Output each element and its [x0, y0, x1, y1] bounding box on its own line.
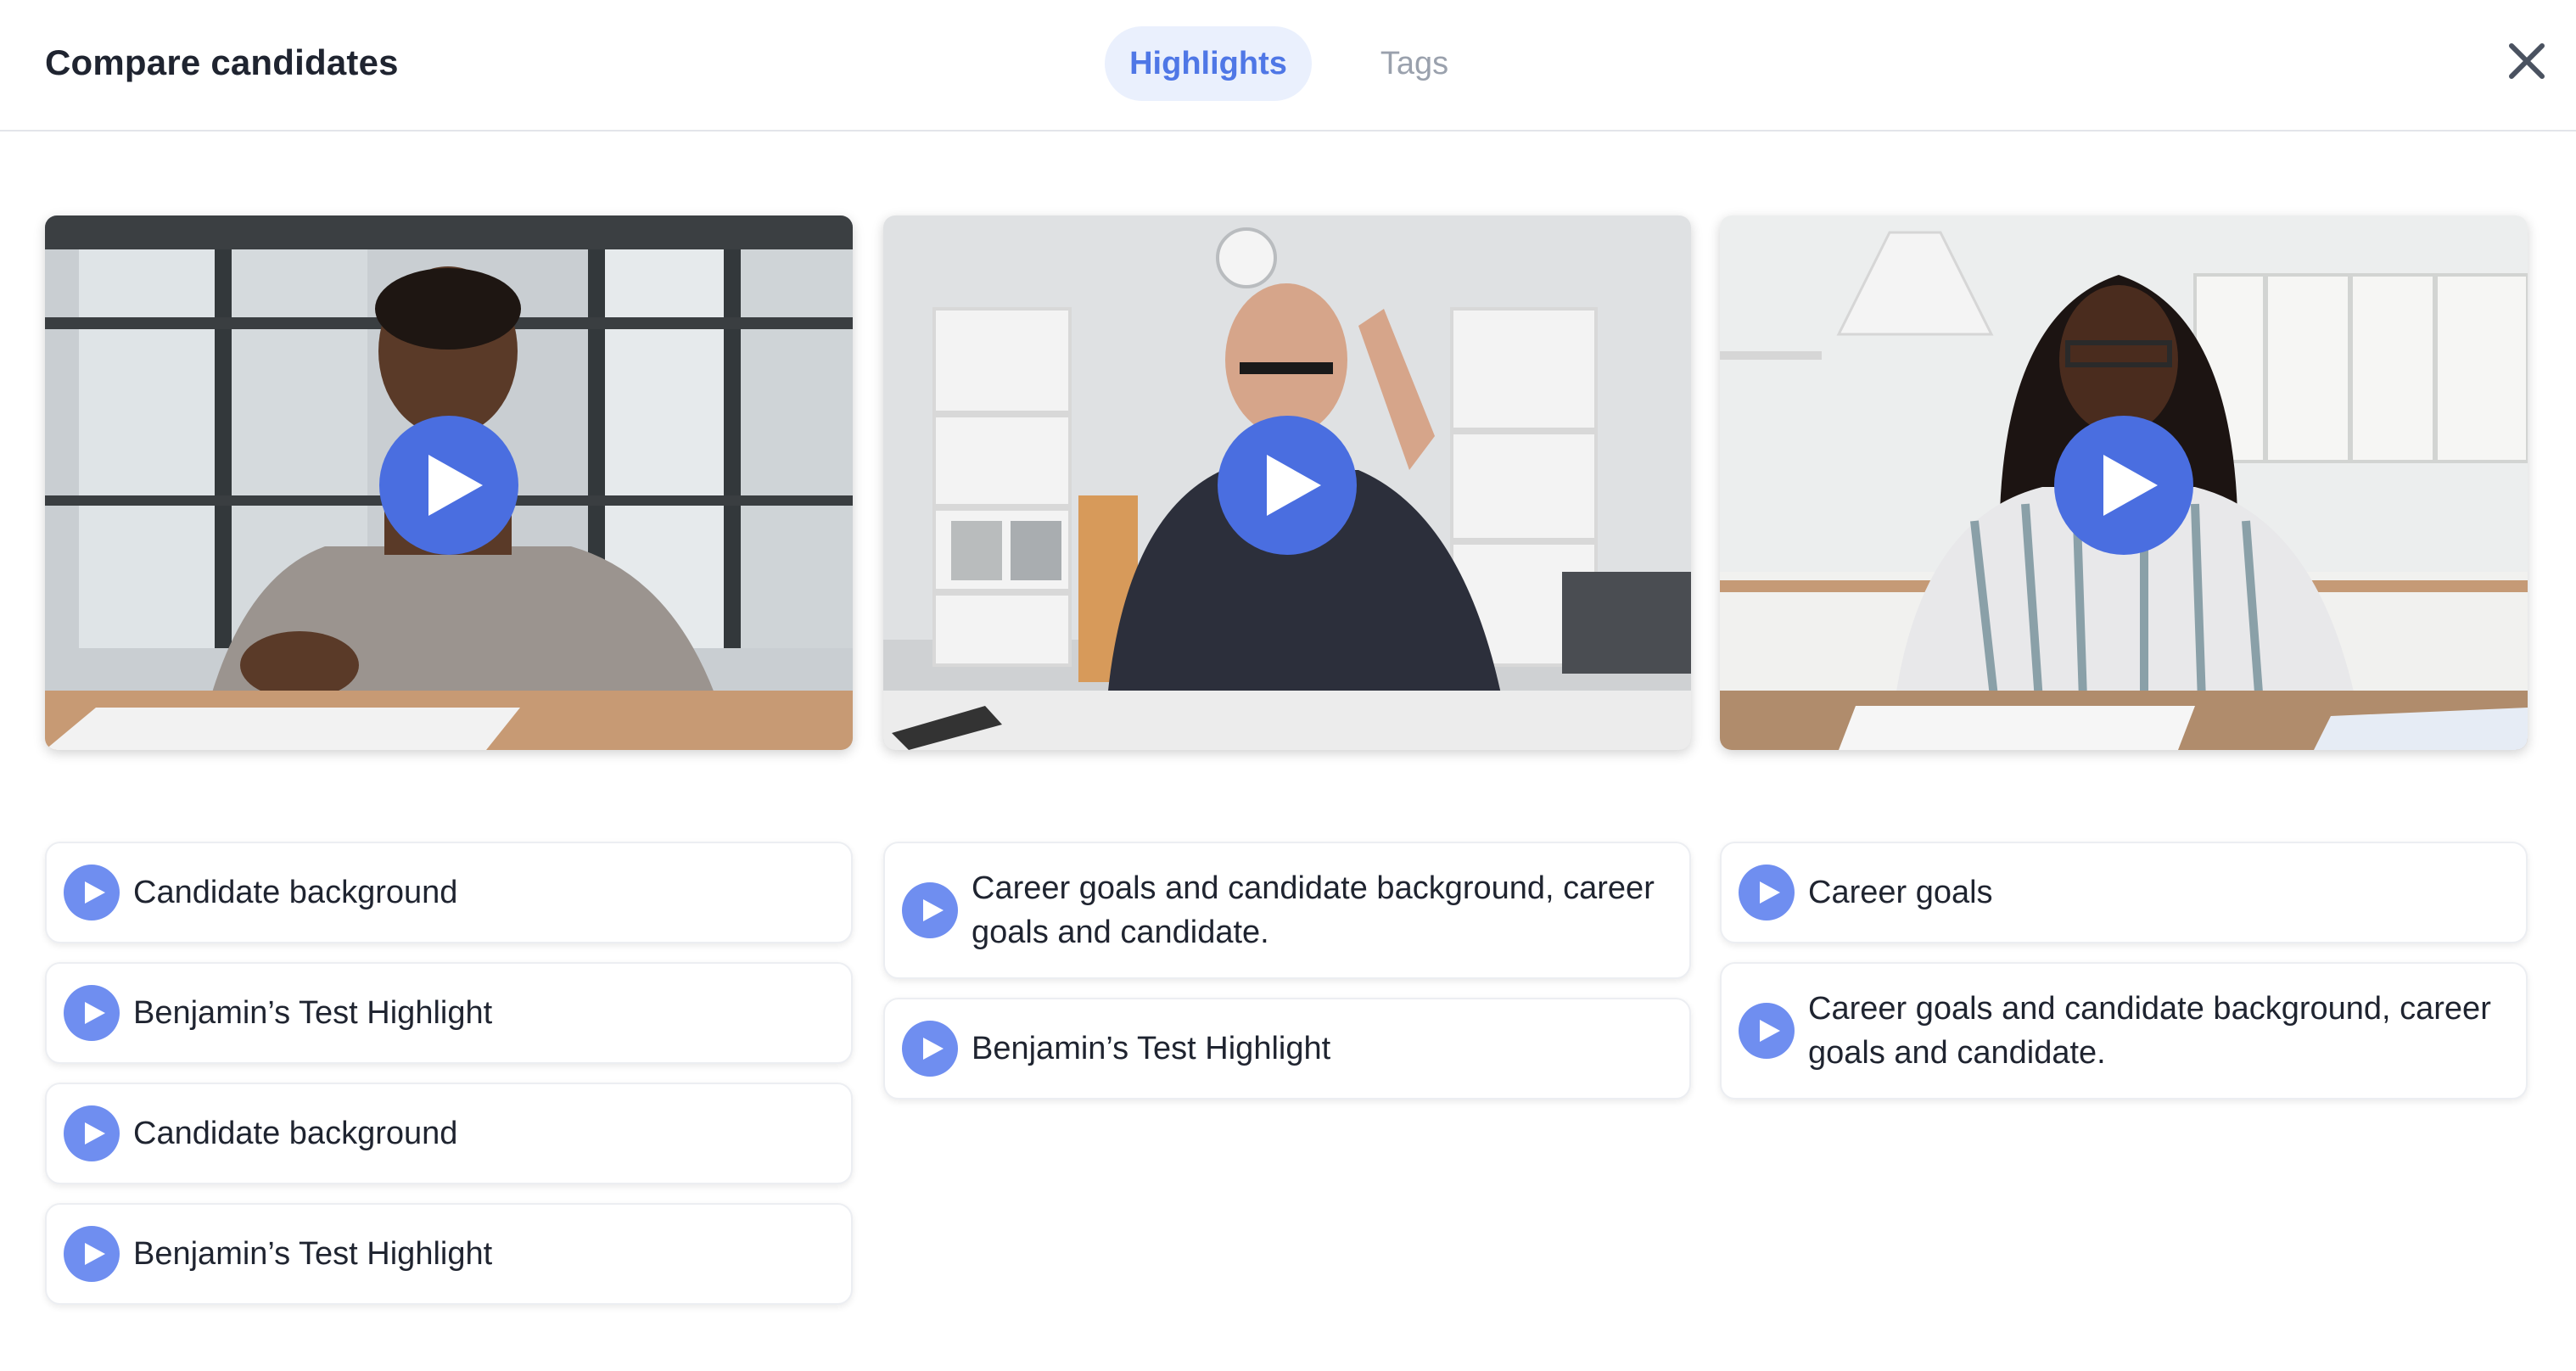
highlight-item[interactable]: Benjamin’s Test Highlight: [45, 1203, 853, 1305]
play-icon: [1267, 455, 1321, 516]
candidate-column-3: Career goals Career goals and candidate …: [1720, 215, 2528, 1100]
play-icon: [902, 882, 958, 938]
tab-highlights[interactable]: Highlights: [1105, 26, 1312, 101]
highlight-label: Benjamin’s Test Highlight: [133, 995, 493, 1031]
play-icon: [64, 1105, 120, 1161]
highlight-item[interactable]: Career goals: [1720, 842, 2528, 943]
candidate-video-2[interactable]: [883, 215, 1691, 750]
highlights-list: Career goals Career goals and candidate …: [1720, 842, 2528, 1118]
highlight-item[interactable]: Career goals and candidate background, c…: [1720, 962, 2528, 1100]
highlight-item[interactable]: Career goals and candidate background, c…: [883, 842, 1691, 979]
highlight-item[interactable]: Candidate background: [45, 1083, 853, 1184]
play-icon: [1739, 865, 1795, 921]
modal-header: Compare candidates Highlights Tags: [0, 0, 2576, 132]
highlights-list: Candidate background Benjamin’s Test Hig…: [45, 842, 853, 1323]
play-icon: [1739, 1003, 1795, 1059]
candidate-column-2: Career goals and candidate background, c…: [883, 215, 1691, 1100]
candidate-video-3[interactable]: [1720, 215, 2528, 750]
highlight-item[interactable]: Benjamin’s Test Highlight: [45, 962, 853, 1064]
highlight-label: Career goals: [1808, 875, 1993, 910]
play-button[interactable]: [1218, 416, 1357, 555]
page-title: Compare candidates: [45, 42, 399, 82]
play-button[interactable]: [2054, 416, 2193, 555]
play-icon: [2103, 455, 2158, 516]
highlight-item[interactable]: Candidate background: [45, 842, 853, 943]
play-icon: [64, 865, 120, 921]
tab-tags[interactable]: Tags: [1368, 26, 1461, 101]
highlight-item[interactable]: Benjamin’s Test Highlight: [883, 998, 1691, 1100]
highlight-label: Candidate background: [133, 1116, 458, 1151]
highlight-label: Career goals and candidate background, c…: [1808, 991, 2491, 1071]
play-icon: [64, 985, 120, 1041]
highlights-list: Career goals and candidate background, c…: [883, 842, 1691, 1118]
highlight-label: Candidate background: [133, 875, 458, 910]
highlight-label: Benjamin’s Test Highlight: [133, 1236, 493, 1272]
highlight-label: Career goals and candidate background, c…: [972, 870, 1655, 950]
play-button[interactable]: [379, 416, 518, 555]
play-icon: [428, 455, 483, 516]
play-icon: [64, 1226, 120, 1282]
candidate-column-1: Candidate background Benjamin’s Test Hig…: [45, 215, 853, 1305]
highlight-label: Benjamin’s Test Highlight: [972, 1031, 1331, 1066]
candidate-video-1[interactable]: [45, 215, 853, 750]
close-icon[interactable]: [2505, 39, 2549, 83]
play-icon: [902, 1021, 958, 1077]
